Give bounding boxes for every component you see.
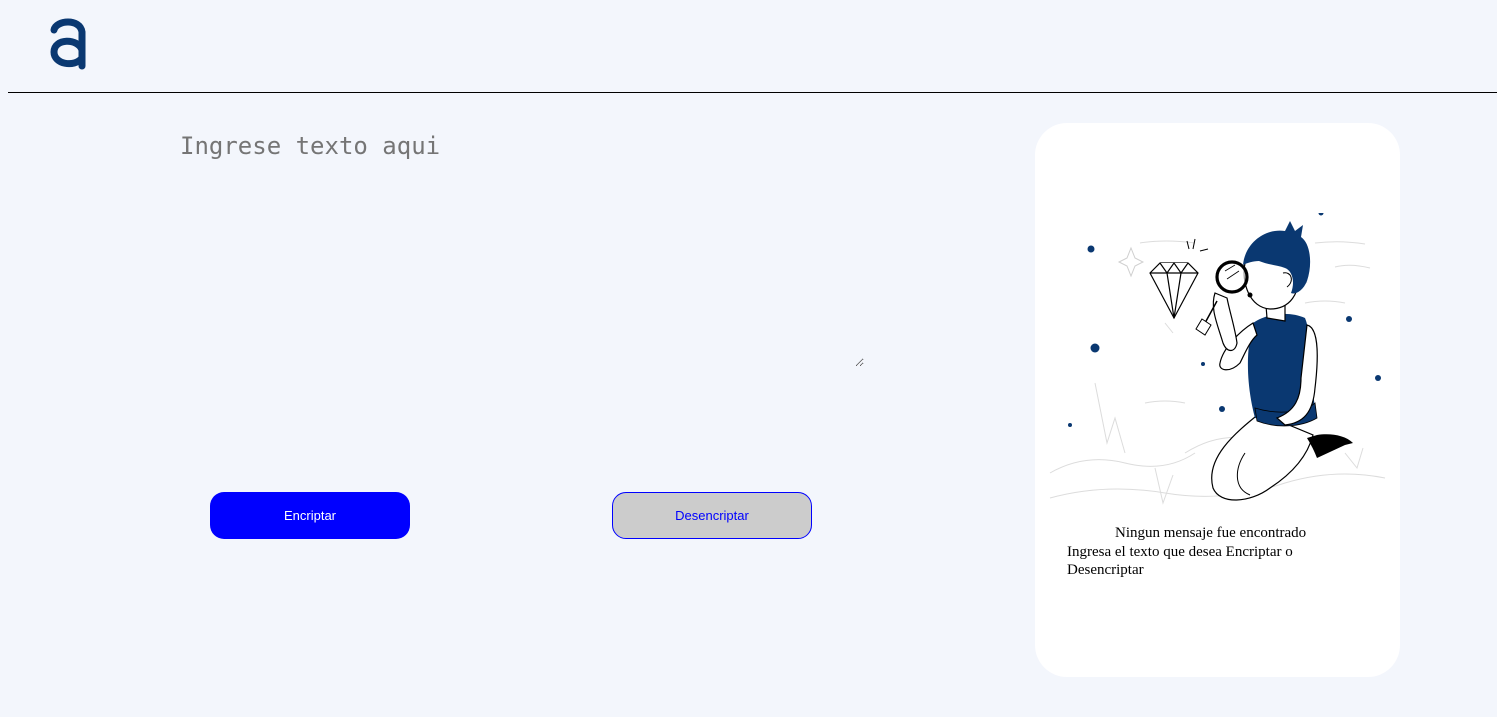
result-title: Ningun mensaje fue encontrado — [1115, 525, 1307, 541]
header — [0, 0, 1497, 92]
page: Encriptar Desencriptar — [0, 0, 1497, 717]
alura-logo-icon — [50, 18, 86, 70]
decrypt-button[interactable]: Desencriptar — [612, 492, 812, 539]
person-with-magnifier-illustration — [1049, 213, 1386, 505]
encrypt-button[interactable]: Encriptar — [210, 492, 410, 539]
text-input[interactable] — [170, 124, 864, 367]
result-panel: Ningun mensaje fue encontrado Ingresa el… — [1035, 123, 1400, 677]
result-message: Ingresa el texto que desea Encriptar o D… — [1067, 544, 1293, 578]
header-divider — [8, 92, 1497, 93]
